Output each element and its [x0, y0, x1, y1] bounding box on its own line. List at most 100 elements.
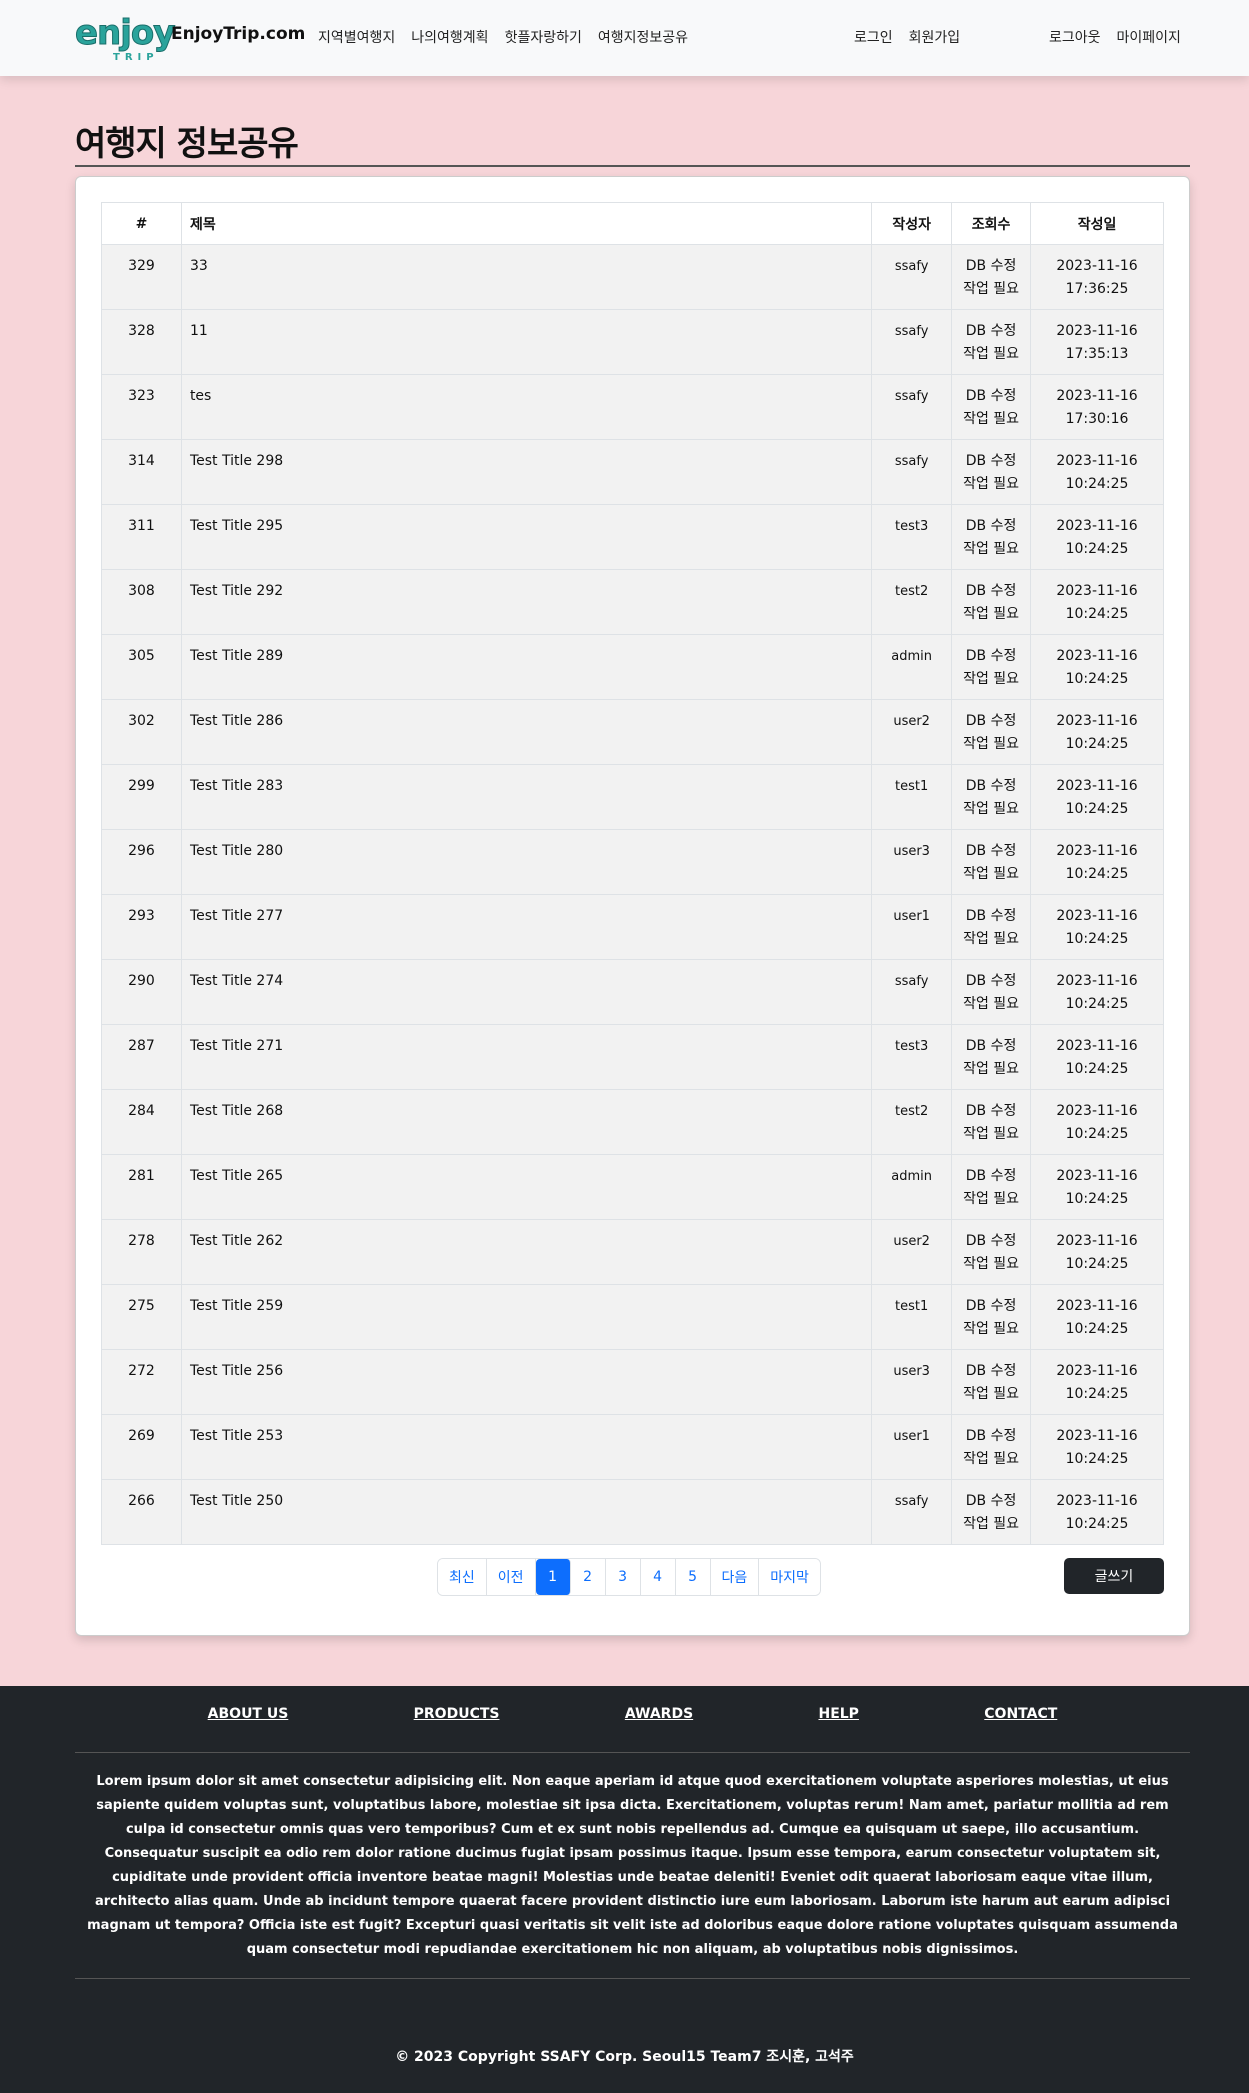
cell-title[interactable]: Test Title 259 — [180, 1284, 873, 1350]
nav-item-my-plan[interactable]: 나의여행계획 — [411, 27, 488, 47]
nav-item-info-share[interactable]: 여행지정보공유 — [598, 27, 688, 47]
footer-link-contact[interactable]: CONTACT — [984, 1706, 1057, 1722]
pagination-page-5[interactable]: 5 — [675, 1559, 711, 1595]
date-value: 2023-11-16 — [1056, 1493, 1138, 1509]
cell-title[interactable]: Test Title 298 — [180, 439, 873, 505]
views-line-1: DB 수정 — [965, 713, 1017, 729]
views-line-1: DB 수정 — [965, 258, 1017, 274]
nav-item-hotplace[interactable]: 핫플자랑하기 — [505, 27, 582, 47]
pagination-page-2[interactable]: 2 — [570, 1559, 606, 1595]
cell-number: 266 — [101, 1479, 182, 1545]
cell-title[interactable]: Test Title 253 — [180, 1414, 873, 1480]
cell-number: 329 — [101, 244, 182, 310]
table-row[interactable]: 311 Test Title 295 test3 DB 수정 작업 필요 2023-11-… — [101, 504, 1164, 570]
table-row[interactable]: 328 11 ssafy DB 수정 작업 필요 2023-11-16 17:35:13 — [101, 309, 1164, 375]
cell-title[interactable]: 11 — [180, 309, 873, 375]
cell-title[interactable]: Test Title 268 — [180, 1089, 873, 1155]
footer-links: ABOUT US PRODUCTS AWARDS HELP CONTACT — [75, 1706, 1190, 1722]
table-row[interactable]: 293 Test Title 277 user1 DB 수정 작업 필요 2023-11-… — [101, 894, 1164, 960]
pagination-first[interactable]: 최신 — [438, 1559, 487, 1595]
cell-title[interactable]: Test Title 277 — [180, 894, 873, 960]
page-title: 여행지 정보공유 — [75, 124, 299, 164]
views-line-2: 작업 필요 — [963, 1126, 1020, 1142]
cell-title[interactable]: Test Title 292 — [180, 569, 873, 635]
pagination-prev[interactable]: 이전 — [486, 1559, 536, 1595]
views-line-2: 작업 필요 — [963, 281, 1020, 297]
time-value: 10:24:25 — [1065, 1451, 1129, 1467]
date-value: 2023-11-16 — [1056, 973, 1138, 989]
cell-date: 2023-11-16 10:24:25 — [1030, 569, 1164, 635]
footer-link-awards[interactable]: AWARDS — [625, 1706, 693, 1722]
table-row[interactable]: 299 Test Title 283 test1 DB 수정 작업 필요 2023-11-… — [101, 764, 1164, 830]
cell-title[interactable]: tes — [180, 374, 873, 440]
cell-views: DB 수정 작업 필요 — [951, 1284, 1032, 1350]
views-line-1: DB 수정 — [965, 1103, 1017, 1119]
table-row[interactable]: 272 Test Title 256 user3 DB 수정 작업 필요 2023-11-… — [101, 1349, 1164, 1415]
table-row[interactable]: 323 tes ssafy DB 수정 작업 필요 2023-11-16 17:30:16 — [101, 374, 1164, 440]
footer-link-products[interactable]: PRODUCTS — [414, 1706, 500, 1722]
table-row[interactable]: 284 Test Title 268 test2 DB 수정 작업 필요 2023-11-… — [101, 1089, 1164, 1155]
table-body: 329 33 ssafy DB 수정 작업 필요 2023-11-16 17:36:25 32… — [101, 244, 1164, 1545]
cell-title[interactable]: Test Title 256 — [180, 1349, 873, 1415]
cell-title[interactable]: Test Title 274 — [180, 959, 873, 1025]
cell-views: DB 수정 작업 필요 — [951, 894, 1032, 960]
table-row[interactable]: 281 Test Title 265 admin DB 수정 작업 필요 2023-11-… — [101, 1154, 1164, 1220]
time-value: 10:24:25 — [1065, 1386, 1129, 1402]
login-link[interactable]: 로그인 — [854, 27, 893, 47]
table-row[interactable]: 290 Test Title 274 ssafy DB 수정 작업 필요 2023-11-… — [101, 959, 1164, 1025]
cell-author: user2 — [871, 699, 953, 765]
pagination-page-3[interactable]: 3 — [605, 1559, 641, 1595]
table-row[interactable]: 266 Test Title 250 ssafy DB 수정 작업 필요 2023-11-… — [101, 1479, 1164, 1545]
cell-title[interactable]: Test Title 250 — [180, 1479, 873, 1545]
cell-date: 2023-11-16 10:24:25 — [1030, 504, 1164, 570]
cell-views: DB 수정 작업 필요 — [951, 699, 1032, 765]
cell-date: 2023-11-16 10:24:25 — [1030, 829, 1164, 895]
table-row[interactable]: 275 Test Title 259 test1 DB 수정 작업 필요 2023-11-… — [101, 1284, 1164, 1350]
cell-author: test2 — [871, 569, 953, 635]
cell-title[interactable]: Test Title 286 — [180, 699, 873, 765]
cell-title[interactable]: Test Title 280 — [180, 829, 873, 895]
footer-link-about[interactable]: ABOUT US — [208, 1706, 289, 1722]
date-value: 2023-11-16 — [1056, 1168, 1138, 1184]
views-line-1: DB 수정 — [965, 323, 1017, 339]
table-row[interactable]: 314 Test Title 298 ssafy DB 수정 작업 필요 2023-11-… — [101, 439, 1164, 505]
title-divider — [75, 165, 1190, 167]
date-value: 2023-11-16 — [1056, 323, 1138, 339]
nav-item-regional-travel[interactable]: 지역별여행지 — [318, 27, 395, 47]
write-post-button[interactable]: 글쓰기 — [1064, 1558, 1164, 1594]
cell-title[interactable]: Test Title 265 — [180, 1154, 873, 1220]
table-row[interactable]: 287 Test Title 271 test3 DB 수정 작업 필요 2023-11-… — [101, 1024, 1164, 1090]
cell-title[interactable]: 33 — [180, 244, 873, 310]
enjoytrip-logo[interactable]: enjoy TRIP — [74, 14, 175, 64]
pagination-page-4[interactable]: 4 — [640, 1559, 676, 1595]
time-value: 10:24:25 — [1065, 736, 1129, 752]
cell-title[interactable]: Test Title 295 — [180, 504, 873, 570]
table-row[interactable]: 329 33 ssafy DB 수정 작업 필요 2023-11-16 17:36:25 — [101, 244, 1164, 310]
cell-title[interactable]: Test Title 289 — [180, 634, 873, 700]
pagination-last[interactable]: 마지막 — [759, 1559, 820, 1595]
table-row[interactable]: 269 Test Title 253 user1 DB 수정 작업 필요 2023-11-… — [101, 1414, 1164, 1480]
cell-views: DB 수정 작업 필요 — [951, 374, 1032, 440]
cell-title[interactable]: Test Title 283 — [180, 764, 873, 830]
cell-date: 2023-11-16 17:35:13 — [1030, 309, 1164, 375]
cell-title[interactable]: Test Title 271 — [180, 1024, 873, 1090]
cell-views: DB 수정 작업 필요 — [951, 569, 1032, 635]
cell-author: test1 — [871, 1284, 953, 1350]
pagination-next[interactable]: 다음 — [710, 1559, 760, 1595]
table-row[interactable]: 308 Test Title 292 test2 DB 수정 작업 필요 2023-11-… — [101, 569, 1164, 635]
brand-link[interactable]: EnjoyTrip.com — [171, 24, 305, 44]
cell-date: 2023-11-16 10:24:25 — [1030, 1284, 1164, 1350]
table-row[interactable]: 296 Test Title 280 user3 DB 수정 작업 필요 2023-11-… — [101, 829, 1164, 895]
table-row[interactable]: 302 Test Title 286 user2 DB 수정 작업 필요 2023-11-… — [101, 699, 1164, 765]
mypage-link[interactable]: 마이페이지 — [1117, 27, 1181, 47]
logout-link[interactable]: 로그아웃 — [1049, 27, 1101, 47]
time-value: 10:24:25 — [1065, 1321, 1129, 1337]
footer-link-help[interactable]: HELP — [818, 1706, 858, 1722]
table-row[interactable]: 278 Test Title 262 user2 DB 수정 작업 필요 2023-11-… — [101, 1219, 1164, 1285]
signup-link[interactable]: 회원가입 — [909, 27, 961, 47]
column-header-date: 작성일 — [1030, 202, 1164, 245]
table-row[interactable]: 305 Test Title 289 admin DB 수정 작업 필요 2023-11-… — [101, 634, 1164, 700]
cell-views: DB 수정 작업 필요 — [951, 309, 1032, 375]
cell-title[interactable]: Test Title 262 — [180, 1219, 873, 1285]
pagination-page-1[interactable]: 1 — [535, 1559, 571, 1595]
